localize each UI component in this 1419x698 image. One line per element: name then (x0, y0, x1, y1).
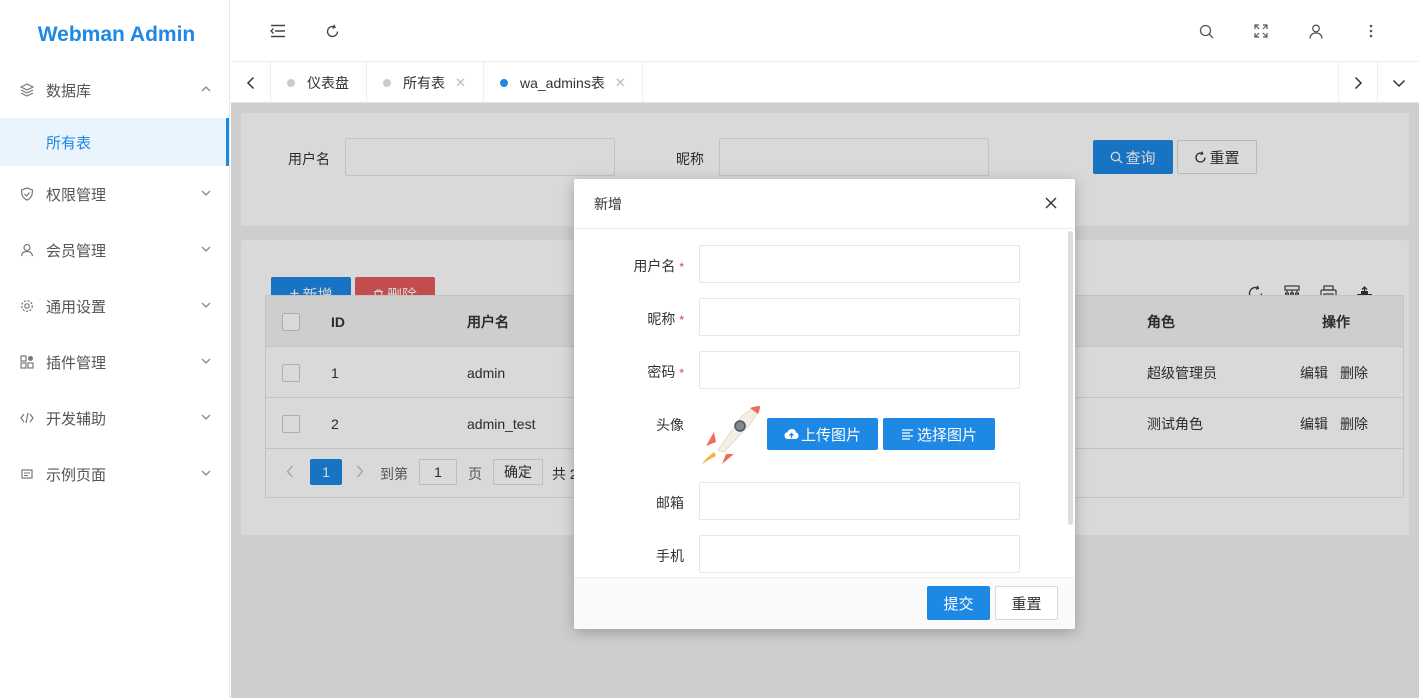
nickname-field[interactable] (699, 298, 1020, 336)
chevron-down-icon (201, 190, 211, 196)
chevron-down-icon (201, 302, 211, 308)
select-button-label: 选择图片 (916, 426, 977, 444)
chevron-down-icon (201, 246, 211, 252)
sidebar-item-label: 会员管理 (46, 242, 107, 260)
shield-icon (20, 187, 34, 201)
sidebar-item-label: 权限管理 (46, 186, 107, 204)
user-profile-icon[interactable] (1307, 22, 1325, 40)
cloud-upload-icon (784, 429, 799, 439)
phone-field[interactable] (699, 535, 1020, 573)
more-options-icon[interactable] (1362, 22, 1380, 40)
chevron-down-icon (201, 358, 211, 364)
sidebar-item-all-tables[interactable]: 所有表 (0, 118, 229, 166)
modal-header: 新增 (574, 179, 1075, 229)
modal-form: 用户名 * 昵称 * 密码 * 头像 上传图片 选择图片 邮箱 手机 (574, 230, 1075, 577)
search-icon[interactable] (1197, 22, 1215, 40)
tab-label: 仪表盘 (307, 74, 349, 91)
password-field-label: 密码 * (574, 362, 684, 382)
rocket-icon (702, 405, 761, 464)
sidebar-item-examples[interactable]: 示例页面 (0, 446, 229, 502)
apps-icon (20, 355, 34, 369)
tab-scroll-right-icon[interactable] (1338, 62, 1378, 103)
user-icon (20, 243, 34, 257)
sidebar: Webman Admin 数据库 所有表 权限管理 会员管理 通用设置 插件管理 (0, 0, 230, 698)
app-logo: Webman Admin (37, 23, 196, 46)
tab-label: 所有表 (403, 74, 445, 91)
sidebar-item-members[interactable]: 会员管理 (0, 222, 229, 278)
modal-scrollbar[interactable] (1068, 231, 1073, 525)
code-icon (20, 411, 34, 425)
tab-label: wa_admins表 (520, 74, 605, 91)
tab-status-dot (383, 78, 391, 87)
tab-dashboard[interactable]: 仪表盘 (271, 62, 367, 103)
required-mark: * (679, 313, 684, 327)
chevron-up-icon (201, 86, 211, 92)
sidebar-item-dev-tools[interactable]: 开发辅助 (0, 390, 229, 446)
page-icon (20, 467, 34, 481)
modal-footer: 提交 重置 (574, 577, 1075, 629)
layers-icon (20, 83, 34, 97)
field-label-text: 密码 (647, 364, 676, 380)
password-field[interactable] (699, 351, 1020, 389)
upload-image-button[interactable]: 上传图片 (767, 418, 878, 450)
tab-all-tables[interactable]: 所有表 ✕ (367, 62, 484, 103)
sidebar-item-label: 开发辅助 (46, 410, 107, 428)
tab-bar: 仪表盘 所有表 ✕ wa_admins表 ✕ (231, 62, 1419, 103)
sidebar-item-label: 数据库 (46, 82, 92, 100)
close-icon[interactable] (1043, 195, 1059, 211)
submit-button[interactable]: 提交 (927, 586, 990, 620)
tab-wa-admins[interactable]: wa_admins表 ✕ (484, 62, 643, 103)
sidebar-item-permissions[interactable]: 权限管理 (0, 166, 229, 222)
sidebar-item-label: 插件管理 (46, 354, 107, 372)
sidebar-item-plugins[interactable]: 插件管理 (0, 334, 229, 390)
top-header (231, 0, 1419, 62)
fullscreen-icon[interactable] (1252, 22, 1270, 40)
refresh-icon[interactable] (323, 22, 341, 40)
close-icon[interactable]: ✕ (455, 75, 466, 91)
username-field[interactable] (699, 245, 1020, 283)
select-image-button[interactable]: 选择图片 (883, 418, 995, 450)
modal-title: 新增 (594, 195, 622, 212)
sidebar-item-settings[interactable]: 通用设置 (0, 278, 229, 334)
chevron-down-icon (201, 414, 211, 420)
close-icon[interactable]: ✕ (615, 75, 626, 91)
menu-collapse-icon[interactable] (269, 22, 287, 40)
add-user-modal: 新增 用户名 * 昵称 * 密码 * 头像 上传图片 选择图片 邮箱 手机 提交… (574, 179, 1075, 629)
required-mark: * (679, 366, 684, 380)
tab-status-dot (287, 78, 295, 87)
chevron-down-icon (201, 470, 211, 476)
reset-form-button[interactable]: 重置 (995, 586, 1058, 620)
field-label-text: 昵称 (647, 311, 676, 327)
gear-icon (20, 299, 34, 313)
tab-scroll-left-icon[interactable] (231, 62, 271, 103)
nickname-field-label: 昵称 * (574, 309, 684, 329)
email-field-label: 邮箱 (656, 495, 684, 511)
sidebar-item-label: 示例页面 (46, 466, 107, 484)
avatar-field-label: 头像 (656, 417, 684, 433)
sidebar-item-database[interactable]: 数据库 (0, 62, 229, 118)
username-field-label: 用户名 * (574, 256, 684, 276)
avatar-preview (696, 402, 764, 470)
sidebar-item-label: 通用设置 (46, 298, 107, 316)
upload-button-label: 上传图片 (800, 426, 861, 444)
list-icon (901, 428, 913, 440)
tab-status-dot (500, 78, 508, 87)
field-label-text: 用户名 (633, 258, 676, 274)
tab-menu-chevron-down-icon[interactable] (1379, 62, 1419, 103)
phone-field-label: 手机 (656, 548, 684, 564)
required-mark: * (679, 260, 684, 274)
email-field[interactable] (699, 482, 1020, 520)
